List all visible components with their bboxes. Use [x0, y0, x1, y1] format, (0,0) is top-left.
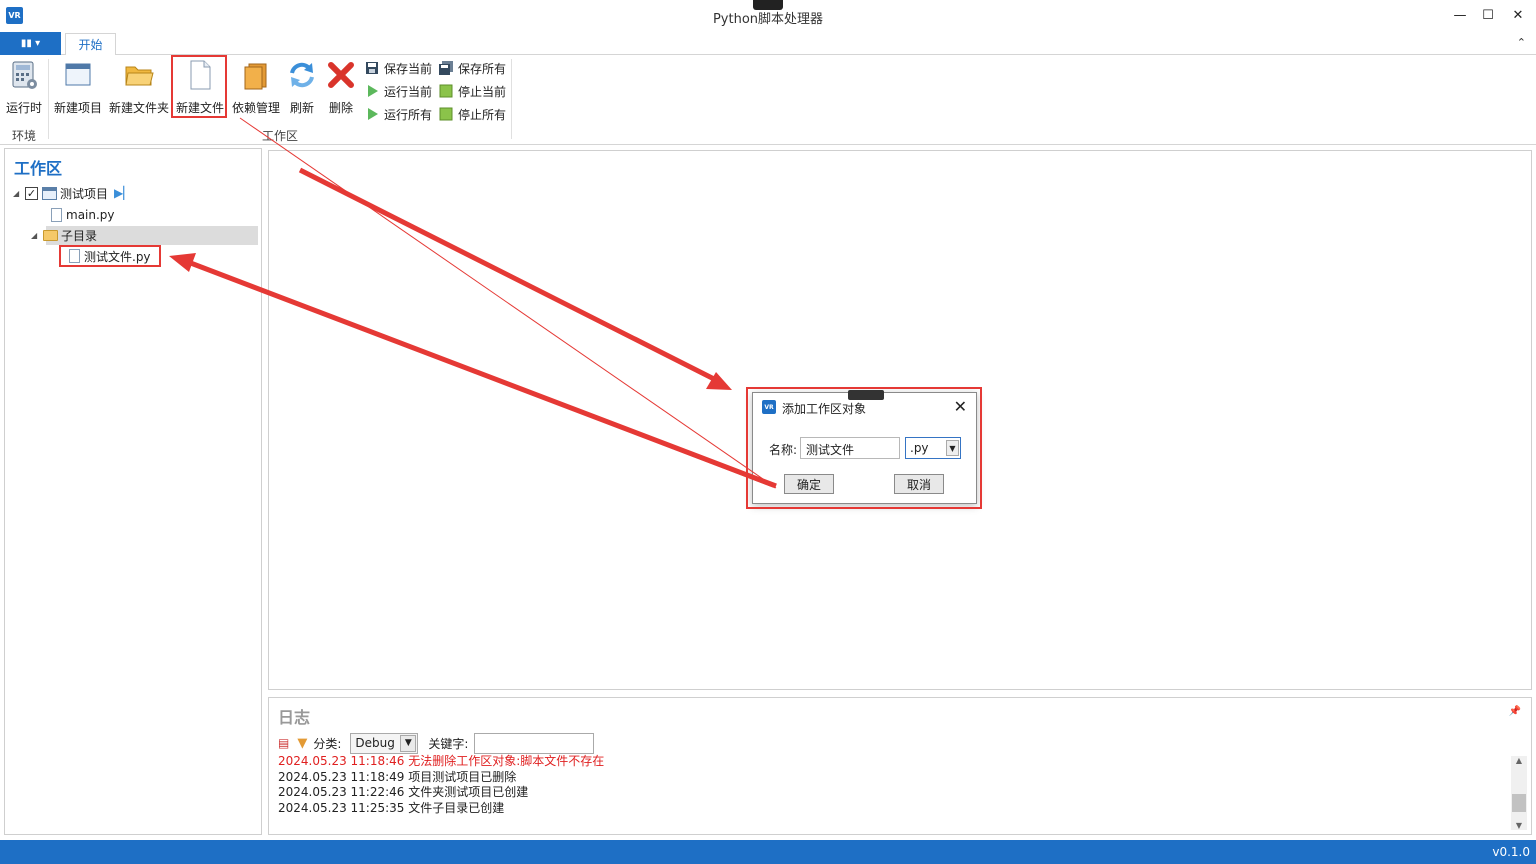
dependency-label: 依赖管理 — [231, 101, 280, 115]
file-icon — [51, 208, 62, 222]
log-lines: 2024.05.23 11:18:46 无法删除工作区对象:脚本文件不存在 20… — [278, 754, 604, 816]
file-main-label: main.py — [66, 208, 115, 222]
log-panel: 日志 📌 ▤ ▼ 分类: Debug ▼ 关键字: 2024.05.23 11:… — [268, 697, 1532, 835]
run-all-button[interactable]: 运行所有 — [365, 105, 432, 123]
project-label: 测试项目 — [60, 186, 109, 201]
dependency-button[interactable]: 依赖管理 — [231, 59, 281, 117]
group-label-workspace: 工作区 — [262, 129, 299, 143]
filter-icon[interactable]: ▼ — [297, 736, 307, 751]
tab-start[interactable]: 开始 — [65, 33, 116, 56]
ribbon: 运行时 环境 新建项目 新建文件夹 新建文件 依赖管理 刷新 删除 保存当前 保… — [0, 55, 1536, 145]
chevron-down-icon: ▼ — [400, 734, 417, 752]
clear-log-icon[interactable]: ▤ — [278, 736, 289, 750]
collapse-triangle-icon[interactable]: ◢ — [13, 189, 25, 198]
app-menu-button[interactable]: ▮▮ ▾ — [0, 32, 61, 55]
refresh-label: 刷新 — [289, 101, 314, 115]
log-filter-bar: ▤ ▼ 分类: Debug ▼ 关键字: — [278, 732, 595, 754]
refresh-button[interactable]: 刷新 — [286, 59, 318, 117]
scroll-down-icon[interactable]: ▼ — [1511, 821, 1527, 830]
keyword-input[interactable] — [474, 732, 595, 754]
books-icon — [240, 59, 272, 91]
play-icon — [365, 84, 379, 98]
save-current-label: 保存当前 — [384, 61, 433, 76]
run-project-icon[interactable]: ▶▏ — [114, 186, 132, 200]
folder-icon — [43, 229, 58, 241]
log-line: 2024.05.23 11:22:46 文件夹测试项目已创建 — [278, 785, 529, 799]
new-folder-button[interactable]: 新建文件夹 — [108, 59, 170, 117]
log-title: 日志 — [278, 708, 311, 727]
save-current-button[interactable]: 保存当前 — [365, 59, 432, 77]
highlight-dialog — [746, 387, 982, 509]
close-button[interactable]: ✕ — [1504, 3, 1532, 27]
scroll-thumb[interactable] — [1512, 794, 1526, 812]
project-icon — [42, 186, 57, 200]
save-all-icon — [439, 61, 453, 75]
pin-icon[interactable]: 📌 — [1509, 706, 1521, 717]
keyword-label: 关键字: — [428, 736, 469, 751]
highlight-new-file — [171, 55, 227, 118]
tree-item-subfolder[interactable]: ◢ 子目录 — [31, 225, 97, 245]
category-select[interactable]: Debug ▼ — [350, 732, 419, 754]
delete-x-icon — [325, 59, 357, 91]
status-bar: v0.1.0 — [0, 840, 1536, 864]
delete-button[interactable]: 删除 — [326, 59, 356, 117]
stop-all-button[interactable]: 停止所有 — [439, 105, 506, 123]
category-value: Debug — [355, 736, 395, 750]
highlight-test-file — [59, 245, 161, 267]
new-folder-label: 新建文件夹 — [108, 101, 169, 115]
category-label: 分类: — [313, 736, 342, 751]
delete-label: 删除 — [328, 101, 353, 115]
runtime-label: 运行时 — [5, 101, 42, 115]
window-grip-handle[interactable] — [753, 0, 783, 10]
folder-label: 子目录 — [61, 228, 98, 243]
play-icon — [365, 107, 379, 121]
tree-item-main-py[interactable]: main.py — [51, 205, 115, 225]
scroll-up-icon[interactable]: ▲ — [1511, 756, 1527, 765]
group-label-env: 环境 — [12, 129, 37, 143]
maximize-button[interactable]: ☐ — [1474, 3, 1502, 27]
log-line: 2024.05.23 11:18:49 项目测试项目已删除 — [278, 769, 517, 784]
stop-current-button[interactable]: 停止当前 — [439, 82, 506, 100]
minimize-button[interactable]: — — [1446, 3, 1474, 27]
run-current-label: 运行当前 — [384, 84, 433, 99]
runtime-button[interactable]: 运行时 — [5, 59, 43, 117]
save-all-button[interactable]: 保存所有 — [439, 59, 506, 77]
ribbon-divider — [48, 59, 49, 139]
collapse-triangle-icon[interactable]: ◢ — [31, 231, 43, 240]
title-bar: VR Python脚本处理器 — ☐ ✕ — [0, 0, 1536, 32]
ribbon-collapse-icon[interactable]: ⌃ — [1517, 36, 1526, 49]
project-checkbox[interactable]: ✓ — [25, 186, 38, 200]
save-icon — [365, 61, 379, 75]
window-icon — [62, 59, 94, 91]
tree-item-project[interactable]: ◢ ✓ 测试项目 ▶▏ — [13, 183, 132, 203]
stop-current-label: 停止当前 — [458, 84, 507, 99]
log-line: 2024.05.23 11:18:46 无法删除工作区对象:脚本文件不存在 — [278, 754, 605, 768]
workspace-title: 工作区 — [14, 159, 63, 178]
run-all-label: 运行所有 — [384, 107, 433, 122]
window-title: Python脚本处理器 — [712, 12, 824, 27]
folder-open-icon — [123, 59, 155, 91]
new-project-label: 新建项目 — [53, 101, 102, 115]
version-label: v0.1.0 — [1492, 845, 1530, 859]
calculator-gear-icon — [8, 59, 40, 91]
stop-all-label: 停止所有 — [458, 107, 507, 122]
log-scrollbar[interactable]: ▲ ▼ — [1511, 756, 1527, 830]
stop-icon — [439, 107, 453, 121]
run-current-button[interactable]: 运行当前 — [365, 82, 432, 100]
refresh-icon — [286, 59, 318, 91]
save-all-label: 保存所有 — [458, 61, 507, 76]
ribbon-tab-strip: ▮▮ ▾ 开始 ⌃ — [0, 32, 1536, 56]
new-project-button[interactable]: 新建项目 — [53, 59, 103, 117]
stop-icon — [439, 84, 453, 98]
log-line: 2024.05.23 11:25:35 文件子目录已创建 — [278, 800, 505, 815]
ribbon-divider — [511, 59, 512, 139]
